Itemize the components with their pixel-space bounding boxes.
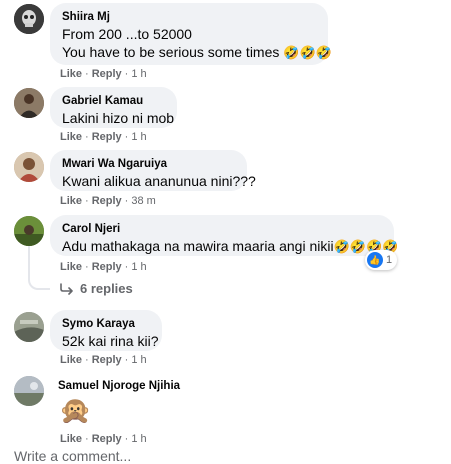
reply-button[interactable]: Reply: [92, 433, 122, 445]
skull-avatar-icon: [14, 4, 44, 34]
comment-timestamp[interactable]: 1 h: [131, 68, 146, 80]
reaction-count[interactable]: 👍 1: [365, 250, 398, 270]
like-button[interactable]: Like: [60, 433, 82, 445]
comment-bubble: Symo Karaya 52k kai rina kii?: [50, 310, 162, 351]
avatar[interactable]: [14, 152, 44, 182]
comment-actions: Like · Reply · 38 m: [60, 195, 156, 207]
comment-bubble: Mwari Wa Ngaruiya Kwani alikua ananunua …: [50, 150, 256, 191]
comment-timestamp[interactable]: 38 m: [131, 195, 155, 207]
comment-actions: Like · Reply · 1 h: [60, 131, 147, 143]
like-button[interactable]: Like: [60, 261, 82, 273]
reply-button[interactable]: Reply: [92, 68, 122, 80]
comment-actions: Like · Reply · 1 h: [60, 433, 147, 445]
landscape-avatar-icon: [14, 216, 44, 246]
comment-text-line: You have to be serious some times 🤣🤣🤣: [62, 43, 332, 63]
rofl-emoji-icon: 🤣🤣🤣: [283, 46, 332, 61]
like-button[interactable]: Like: [60, 195, 82, 207]
comment-bubble: Carol Njeri Adu mathakaga na mawira maar…: [50, 215, 398, 257]
comment-text-line: 52k kai rina kii?: [62, 333, 159, 349]
person-avatar-icon: [14, 152, 44, 182]
comment-actions: Like · Reply · 1 h: [60, 261, 147, 273]
reply-button[interactable]: Reply: [92, 261, 122, 273]
avatar[interactable]: [14, 312, 44, 342]
avatar[interactable]: [14, 4, 44, 34]
comment-text: You have to be serious some times: [62, 44, 280, 60]
landscape-avatar-icon: [14, 376, 44, 406]
replies-count: 6 replies: [80, 281, 133, 296]
comment-actions: Like · Reply · 1 h: [60, 68, 147, 80]
reply-button[interactable]: Reply: [92, 195, 122, 207]
reaction-number: 1: [386, 254, 393, 266]
comment-timestamp[interactable]: 1 h: [131, 261, 146, 273]
comment-author[interactable]: Shiira Mj: [62, 9, 317, 25]
avatar[interactable]: [14, 216, 44, 246]
comment-author[interactable]: Symo Karaya: [62, 316, 151, 332]
comment-text: Adu mathakaga na mawira maaria angi niki…: [62, 238, 334, 254]
comment-text-line: Lakini hizo ni mob: [62, 110, 175, 126]
reply-button[interactable]: Reply: [92, 131, 122, 143]
comment-bubble: Shiira Mj From 200 ...to 52000 You have …: [50, 3, 332, 65]
comment-text-line: Adu mathakaga na mawira maaria angi niki…: [62, 237, 398, 257]
monkey-sticker-icon: 🙊: [59, 396, 92, 426]
comment-text-line: Kwani alikua ananunua nini???: [62, 173, 256, 189]
like-button[interactable]: Like: [60, 354, 82, 366]
comment-bubble: Samuel Njoroge Njihia: [50, 374, 190, 398]
comment-timestamp[interactable]: 1 h: [131, 131, 146, 143]
thumbs-up-icon: 👍: [367, 252, 383, 268]
comment-author[interactable]: Gabriel Kamau: [62, 93, 166, 109]
reply-arrow-icon: [60, 282, 73, 295]
comment-timestamp[interactable]: 1 h: [131, 433, 146, 445]
comment-author[interactable]: Carol Njeri: [62, 221, 383, 237]
comment-text-line: From 200 ...to 52000: [62, 26, 192, 42]
road-avatar-icon: [14, 312, 44, 342]
like-button[interactable]: Like: [60, 68, 82, 80]
reply-button[interactable]: Reply: [92, 354, 122, 366]
like-button[interactable]: Like: [60, 131, 82, 143]
person-avatar-icon: [14, 88, 44, 118]
comment-timestamp[interactable]: 1 h: [131, 354, 146, 366]
comment-author[interactable]: Mwari Wa Ngaruiya: [62, 156, 236, 172]
comment-author[interactable]: Samuel Njoroge Njihia: [58, 378, 190, 394]
view-replies-button[interactable]: 6 replies: [60, 281, 133, 296]
comment-actions: Like · Reply · 1 h: [60, 354, 147, 366]
avatar[interactable]: [14, 376, 44, 406]
reply-thread-line: [28, 246, 50, 290]
avatar[interactable]: [14, 88, 44, 118]
comment-bubble: Gabriel Kamau Lakini hizo ni mob: [50, 87, 177, 128]
